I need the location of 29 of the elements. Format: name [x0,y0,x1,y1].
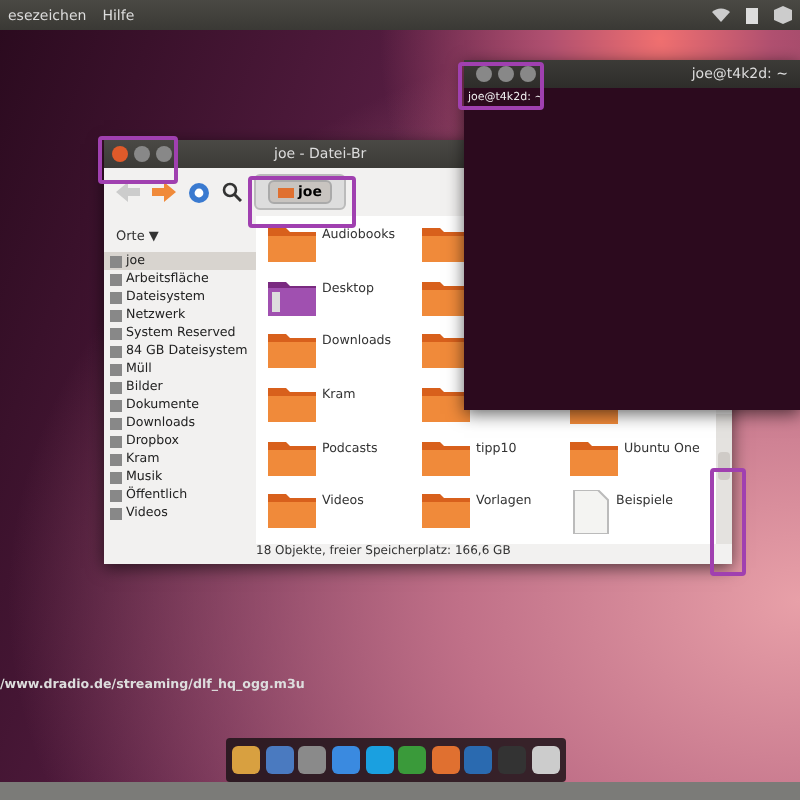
home-folder-icon [278,186,294,198]
highlight-frame [458,62,544,110]
launcher-icon[interactable] [265,746,294,774]
highlight-frame [248,176,356,228]
reload-icon[interactable] [188,181,210,203]
launcher-icon[interactable] [298,746,327,774]
maximize-button[interactable] [156,146,172,162]
minimize-button[interactable] [498,66,514,82]
battery-icon[interactable] [746,6,758,24]
launcher-icon[interactable] [531,746,560,774]
highlight-frame [98,136,178,184]
desktop-folder-icon[interactable] [268,277,316,316]
wifi-icon[interactable] [712,6,730,22]
back-arrow-icon[interactable] [116,182,140,202]
box-icon[interactable] [774,6,792,24]
launcher-icon[interactable] [398,746,427,774]
launcher-icon[interactable] [332,746,361,774]
folder-icon[interactable] [422,384,470,423]
close-button[interactable] [476,66,492,82]
launcher-icon[interactable] [232,746,261,774]
minimize-button[interactable] [134,146,150,162]
launcher-icon[interactable] [365,746,394,774]
maximize-button[interactable] [520,66,536,82]
close-button[interactable] [112,146,128,162]
highlight-frame [710,468,746,576]
scrollbar[interactable] [716,414,732,544]
forward-arrow-icon[interactable] [152,182,176,202]
launcher-icon[interactable] [431,746,460,774]
search-icon[interactable] [222,182,242,202]
